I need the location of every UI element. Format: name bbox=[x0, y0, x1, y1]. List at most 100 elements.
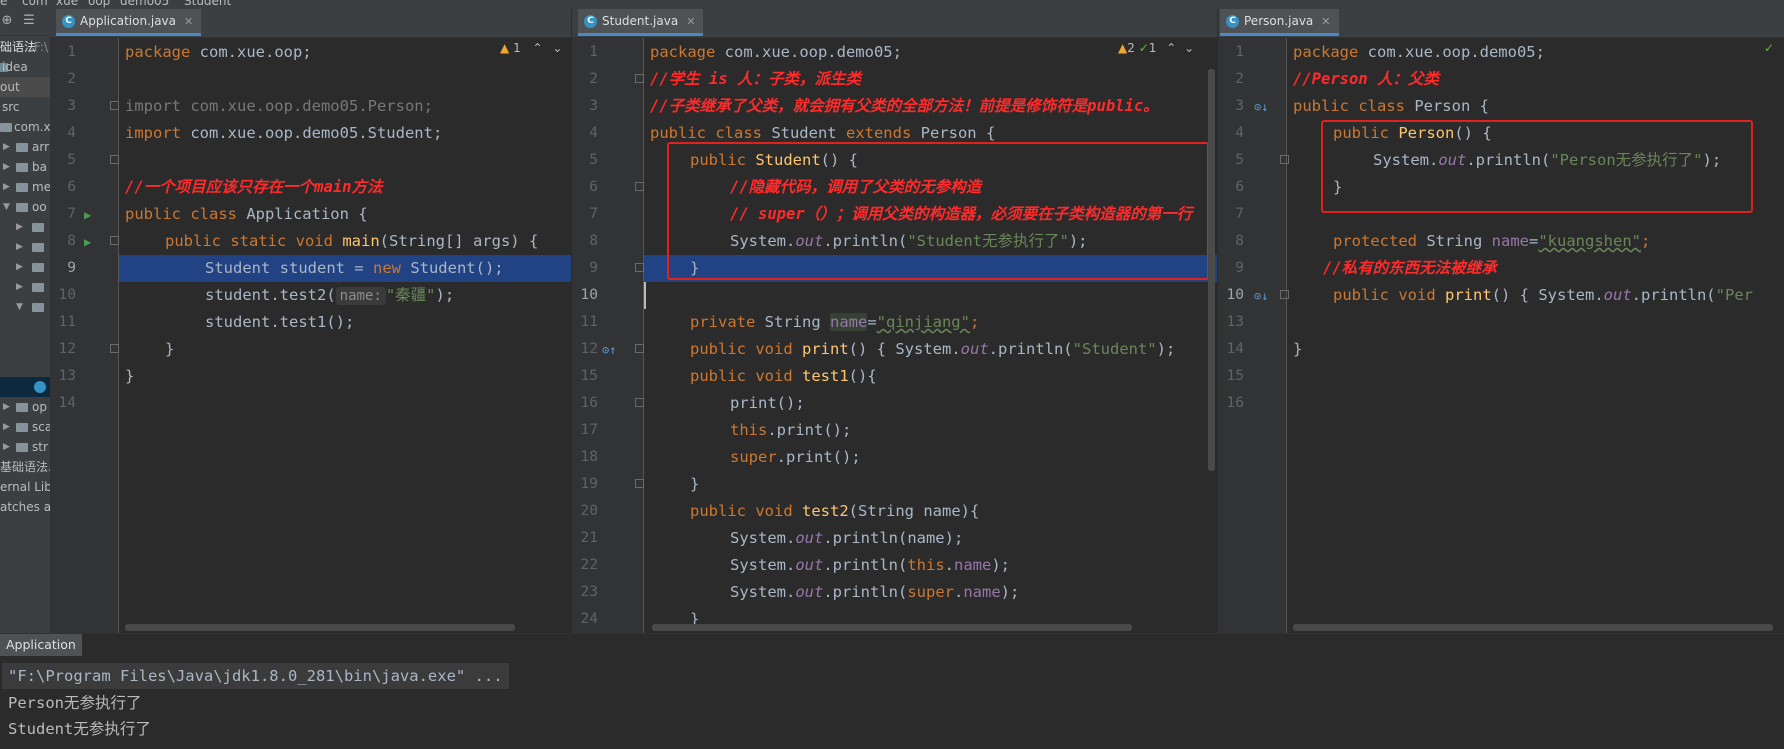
line-number: 24 bbox=[580, 611, 598, 627]
fold-icon[interactable] bbox=[110, 101, 119, 110]
sidebar-item[interactable]: ▼ bbox=[0, 297, 50, 317]
code-line: public Student() { bbox=[690, 151, 858, 169]
sidebar-item[interactable]: out bbox=[0, 77, 50, 97]
run-icon[interactable]: ▶ bbox=[84, 235, 91, 249]
editor-pane-person: C Person.java ✕ 1 2 3 4 5 6 7 8 9 10 13 1… bbox=[1218, 9, 1784, 633]
breadcrumb-item[interactable]: e bbox=[0, 0, 7, 8]
chevron-right-icon[interactable]: ▶ bbox=[16, 257, 23, 277]
inspection-widget[interactable]: ✓ bbox=[1764, 38, 1774, 58]
close-icon[interactable]: ✕ bbox=[1321, 15, 1330, 28]
inspection-widget[interactable]: ▲ 1 ⌃ ⌄ bbox=[500, 38, 562, 58]
collapse-all-icon[interactable]: ☰ bbox=[22, 14, 36, 28]
sidebar-item-student[interactable] bbox=[0, 377, 50, 397]
code-line: //私有的东西无法被继承 bbox=[1323, 259, 1497, 277]
chevron-right-icon[interactable]: ▶ bbox=[3, 397, 10, 417]
sidebar-item[interactable]: ▼ oo bbox=[0, 197, 50, 217]
horizontal-scrollbar[interactable] bbox=[652, 624, 1132, 631]
breadcrumb-item[interactable]: Student bbox=[184, 0, 231, 8]
fold-icon[interactable] bbox=[635, 344, 644, 353]
breadcrumb-item[interactable]: com bbox=[22, 0, 48, 8]
fold-icon[interactable] bbox=[110, 155, 119, 164]
chevron-right-icon[interactable]: ▶ bbox=[3, 417, 10, 437]
fold-icon[interactable] bbox=[635, 263, 644, 272]
chevron-right-icon[interactable]: ▶ bbox=[16, 277, 23, 297]
line-number: 6 bbox=[1235, 179, 1244, 195]
run-icon[interactable]: ▶ bbox=[84, 208, 91, 222]
tab-application-java[interactable]: C Application.java ✕ bbox=[56, 9, 202, 36]
tab-person-java[interactable]: C Person.java ✕ bbox=[1220, 9, 1339, 36]
chevron-right-icon[interactable]: ▶ bbox=[16, 237, 23, 257]
fold-icon[interactable] bbox=[110, 344, 119, 353]
sidebar-item[interactable]: ▶ bbox=[0, 257, 50, 277]
sidebar-item[interactable]: ▶ str bbox=[0, 437, 50, 457]
chevron-right-icon[interactable]: ▶ bbox=[3, 137, 10, 157]
sidebar-item-label: sca bbox=[32, 420, 50, 434]
fold-icon[interactable] bbox=[635, 74, 644, 83]
close-icon[interactable]: ✕ bbox=[686, 15, 695, 28]
breadcrumb-item[interactable]: xue bbox=[56, 0, 78, 8]
line-number: 12 bbox=[58, 341, 76, 357]
fold-icon[interactable] bbox=[635, 182, 644, 191]
package-icon bbox=[0, 123, 12, 132]
sidebar-item[interactable]: ▶ arr bbox=[0, 137, 50, 157]
chevron-right-icon[interactable]: ▶ bbox=[3, 437, 10, 457]
package-icon bbox=[16, 203, 28, 212]
chevron-right-icon[interactable]: ▶ bbox=[3, 157, 10, 177]
fold-icon[interactable] bbox=[110, 236, 119, 245]
close-icon[interactable]: ✕ bbox=[184, 15, 193, 28]
sidebar-item[interactable]: ▶ bbox=[0, 237, 50, 257]
sidebar-item[interactable]: src bbox=[0, 97, 50, 117]
sidebar-item-label: idea bbox=[2, 60, 28, 74]
chevron-right-icon[interactable]: ▶ bbox=[16, 217, 23, 237]
sidebar-item[interactable]: 基础语法. bbox=[0, 457, 50, 477]
code-line: student.test2(name: "秦疆"); bbox=[205, 286, 455, 305]
line-number: 11 bbox=[580, 314, 598, 330]
sidebar-item[interactable]: com.x bbox=[0, 117, 50, 137]
sidebar-item[interactable]: ▶ ba bbox=[0, 157, 50, 177]
override-icon[interactable]: ⊙↑ bbox=[602, 343, 616, 357]
package-icon bbox=[32, 263, 44, 272]
overridden-icon[interactable]: ⊙↓ bbox=[1254, 289, 1268, 303]
sidebar-project-root[interactable]: 础语法 F:\ bbox=[0, 37, 50, 57]
code-editor[interactable]: package com.xue.oop.demo05; //学生 is 人：子类… bbox=[644, 38, 1217, 633]
sidebar-item[interactable]: idea bbox=[0, 57, 50, 77]
line-number: 1 bbox=[1235, 44, 1244, 60]
tab-student-java[interactable]: C Student.java ✕ bbox=[578, 9, 704, 36]
breadcrumb-item[interactable]: demo05 bbox=[120, 0, 169, 8]
sidebar-item-label: out bbox=[0, 80, 20, 94]
line-number: 19 bbox=[580, 476, 598, 492]
package-icon bbox=[16, 403, 28, 412]
tab-run-application[interactable]: Application bbox=[0, 634, 82, 656]
vertical-scrollbar[interactable] bbox=[1208, 69, 1215, 471]
code-line: public class Application { bbox=[125, 205, 368, 223]
sidebar-item[interactable]: ▶ bbox=[0, 277, 50, 297]
horizontal-scrollbar[interactable] bbox=[1293, 624, 1773, 631]
implemented-icon[interactable]: ⊙↓ bbox=[1254, 100, 1268, 114]
line-number: 14 bbox=[58, 395, 76, 411]
sidebar-item-label: src bbox=[2, 100, 20, 114]
fold-icon[interactable] bbox=[635, 398, 644, 407]
code-editor[interactable]: package com.xue.oop.demo05; //Person 人：父… bbox=[1287, 38, 1784, 633]
project-sidebar: ⊕ ☰ 础语法 F:\ idea out src com.x ▶ arr ▶ ba … bbox=[0, 9, 51, 633]
chevron-down-icon[interactable]: ▼ bbox=[16, 297, 23, 317]
sidebar-item[interactable]: ▶ op bbox=[0, 397, 50, 417]
sidebar-item[interactable]: ▶ sca bbox=[0, 417, 50, 437]
breadcrumb-item[interactable]: oop bbox=[88, 0, 110, 8]
chevron-right-icon[interactable]: ▶ bbox=[3, 177, 10, 197]
line-number: 5 bbox=[1235, 152, 1244, 168]
fold-icon[interactable] bbox=[635, 479, 644, 488]
line-number: 15 bbox=[1226, 368, 1244, 384]
sidebar-item[interactable]: ▶ me bbox=[0, 177, 50, 197]
horizontal-scrollbar[interactable] bbox=[125, 624, 515, 631]
locate-icon[interactable]: ⊕ bbox=[0, 14, 14, 28]
code-editor[interactable]: package com.xue.oop; import com.xue.oop.… bbox=[119, 38, 571, 633]
chevron-down-icon[interactable]: ▼ bbox=[3, 197, 10, 217]
inspection-widget[interactable]: ▲2 ✓1 ⌃ ⌄ bbox=[1118, 38, 1194, 58]
sidebar-item[interactable]: atches ar bbox=[0, 497, 50, 517]
chevron-down-icon: ⌄ bbox=[552, 41, 563, 55]
line-number: 22 bbox=[580, 557, 598, 573]
sidebar-item[interactable]: ernal Libr bbox=[0, 477, 50, 497]
sidebar-item[interactable]: ▶ bbox=[0, 217, 50, 237]
class-icon bbox=[34, 381, 46, 393]
warning-icon: ▲ bbox=[1118, 41, 1128, 55]
